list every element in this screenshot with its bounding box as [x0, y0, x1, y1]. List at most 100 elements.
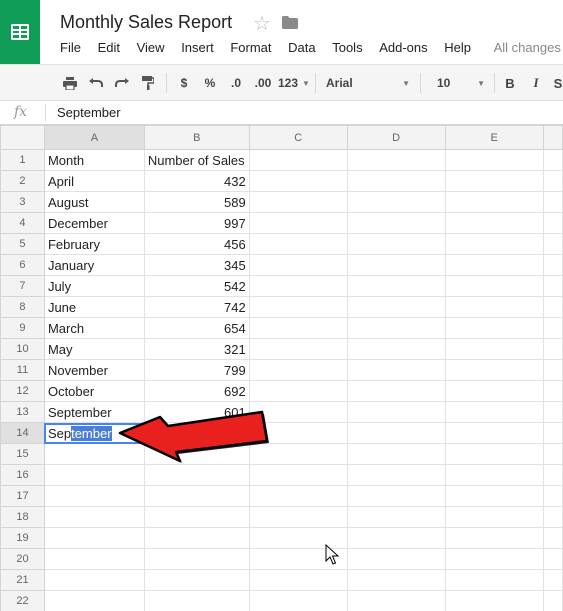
row-header[interactable]: 14	[0, 422, 45, 444]
cell-f13[interactable]	[542, 401, 563, 423]
cell-a1[interactable]: Month	[43, 149, 145, 171]
cell-d21[interactable]	[346, 569, 446, 591]
menu-add-ons[interactable]: Add-ons	[379, 40, 427, 55]
cell-d8[interactable]	[346, 296, 446, 318]
cell-a6[interactable]: January	[43, 254, 145, 276]
cell-b13[interactable]: 601	[143, 401, 250, 423]
cell-a4[interactable]: December	[43, 212, 145, 234]
undo-icon[interactable]	[86, 72, 106, 94]
cell-f17[interactable]	[542, 485, 563, 507]
cell-d13[interactable]	[346, 401, 446, 423]
cell-e13[interactable]	[444, 401, 544, 423]
menu-help[interactable]: Help	[444, 40, 471, 55]
row-header[interactable]: 2	[0, 170, 45, 192]
cell-a19[interactable]	[43, 527, 145, 549]
cell-e12[interactable]	[444, 380, 544, 402]
cell-e9[interactable]	[444, 317, 544, 339]
cell-c22[interactable]	[248, 590, 348, 611]
row-header[interactable]: 11	[0, 359, 45, 381]
cell-f22[interactable]	[542, 590, 563, 611]
cell-c18[interactable]	[248, 506, 348, 528]
cell-d4[interactable]	[346, 212, 446, 234]
italic-button[interactable]: I	[528, 72, 544, 94]
percent-format-button[interactable]: %	[201, 72, 219, 94]
row-header[interactable]: 12	[0, 380, 45, 402]
cell-a5[interactable]: February	[43, 233, 145, 255]
cell-b4[interactable]: 997	[143, 212, 250, 234]
cell-c15[interactable]	[248, 443, 348, 465]
cell-d2[interactable]	[346, 170, 446, 192]
cell-a15[interactable]	[43, 443, 145, 465]
column-header-f[interactable]	[542, 125, 563, 150]
cell-e22[interactable]	[444, 590, 544, 611]
menu-edit[interactable]: Edit	[98, 40, 120, 55]
cell-c14[interactable]	[248, 422, 348, 444]
row-header[interactable]: 15	[0, 443, 45, 465]
cell-c4[interactable]	[248, 212, 348, 234]
cell-a14[interactable]: September	[43, 422, 145, 444]
cell-e8[interactable]	[444, 296, 544, 318]
cell-f14[interactable]	[542, 422, 563, 444]
cell-c19[interactable]	[248, 527, 348, 549]
cell-b22[interactable]	[143, 590, 250, 611]
cell-e14[interactable]	[444, 422, 544, 444]
cell-f6[interactable]	[542, 254, 563, 276]
sheets-logo-icon[interactable]	[0, 0, 40, 64]
decrease-decimal-button[interactable]: .0	[226, 72, 246, 94]
currency-format-button[interactable]: $	[176, 72, 192, 94]
row-header[interactable]: 3	[0, 191, 45, 213]
paint-format-icon[interactable]	[138, 72, 158, 94]
row-header[interactable]: 5	[0, 233, 45, 255]
cell-d18[interactable]	[346, 506, 446, 528]
row-header[interactable]: 1	[0, 149, 45, 171]
column-header-a[interactable]: A	[43, 125, 145, 150]
cell-f9[interactable]	[542, 317, 563, 339]
cell-b3[interactable]: 589	[143, 191, 250, 213]
cell-c2[interactable]	[248, 170, 348, 192]
cell-b2[interactable]: 432	[143, 170, 250, 192]
cell-b1[interactable]: Number of Sales	[143, 149, 250, 171]
cell-b18[interactable]	[143, 506, 250, 528]
cell-d16[interactable]	[346, 464, 446, 486]
more-formats-dropdown[interactable]: 123 ▼	[278, 72, 310, 94]
row-header[interactable]: 20	[0, 548, 45, 570]
cell-f8[interactable]	[542, 296, 563, 318]
cell-c11[interactable]	[248, 359, 348, 381]
cell-e11[interactable]	[444, 359, 544, 381]
row-header[interactable]: 13	[0, 401, 45, 423]
cell-e15[interactable]	[444, 443, 544, 465]
cell-c6[interactable]	[248, 254, 348, 276]
cell-f3[interactable]	[542, 191, 563, 213]
cell-b9[interactable]: 654	[143, 317, 250, 339]
menu-view[interactable]: View	[137, 40, 165, 55]
menu-file[interactable]: File	[60, 40, 81, 55]
row-header[interactable]: 21	[0, 569, 45, 591]
column-header-c[interactable]: C	[248, 125, 348, 150]
cell-e16[interactable]	[444, 464, 544, 486]
cell-a18[interactable]	[43, 506, 145, 528]
cell-a21[interactable]	[43, 569, 145, 591]
cell-f2[interactable]	[542, 170, 563, 192]
cell-b16[interactable]	[143, 464, 250, 486]
menu-tools[interactable]: Tools	[332, 40, 362, 55]
cell-e1[interactable]	[444, 149, 544, 171]
cell-e2[interactable]	[444, 170, 544, 192]
cell-d14[interactable]	[346, 422, 446, 444]
cell-b10[interactable]: 321	[143, 338, 250, 360]
cell-b5[interactable]: 456	[143, 233, 250, 255]
cell-c1[interactable]	[248, 149, 348, 171]
cell-e20[interactable]	[444, 548, 544, 570]
cell-d22[interactable]	[346, 590, 446, 611]
cell-e7[interactable]	[444, 275, 544, 297]
cell-d19[interactable]	[346, 527, 446, 549]
strikethrough-button[interactable]: S	[552, 72, 563, 94]
cell-d11[interactable]	[346, 359, 446, 381]
row-header[interactable]: 7	[0, 275, 45, 297]
column-header-d[interactable]: D	[346, 125, 446, 150]
cell-f7[interactable]	[542, 275, 563, 297]
row-header[interactable]: 8	[0, 296, 45, 318]
cell-c12[interactable]	[248, 380, 348, 402]
row-header[interactable]: 19	[0, 527, 45, 549]
cell-d10[interactable]	[346, 338, 446, 360]
cell-b8[interactable]: 742	[143, 296, 250, 318]
